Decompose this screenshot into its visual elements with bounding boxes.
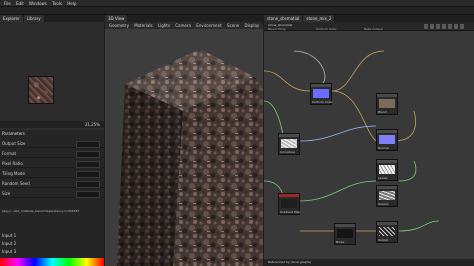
- tab-explorer[interactable]: Explorer: [0, 15, 24, 22]
- property-value-field[interactable]: [76, 151, 100, 158]
- menu-materials[interactable]: Materials: [134, 22, 152, 29]
- graph-node[interactable]: Noise: [334, 223, 356, 245]
- texture-thumbnail: [28, 76, 54, 104]
- property-value-field[interactable]: [76, 141, 100, 148]
- menu-lights[interactable]: Lights: [158, 22, 170, 29]
- property-row: Format: [0, 150, 104, 158]
- property-label: Random Seed: [2, 181, 30, 186]
- menu-geometry[interactable]: Geometry: [109, 22, 129, 29]
- graph-node[interactable]: Normal: [376, 129, 398, 151]
- property-value-field[interactable]: [76, 181, 100, 188]
- property-label: Output Size: [2, 141, 26, 146]
- 3d-view-menu: Geometry Materials Lights Camera Environ…: [105, 22, 263, 35]
- 3d-viewport[interactable]: [105, 29, 263, 266]
- 3d-view-panel: 3D View Geometry Materials Lights Camera…: [105, 15, 263, 266]
- property-row: Output Size: [0, 140, 104, 148]
- toolbar-icons[interactable]: [424, 24, 464, 29]
- menu-windows[interactable]: Windows: [29, 0, 47, 7]
- tab-library[interactable]: Library: [23, 15, 45, 22]
- graph-status-bar: Referenced by (local graphs): [264, 259, 474, 266]
- property-label: Format: [2, 151, 17, 156]
- tab-3d-view[interactable]: 3D View: [105, 15, 129, 22]
- property-row: Tiling Mode: [0, 170, 104, 178]
- menu-bar: File Edit Windows Tools Help: [0, 0, 474, 7]
- status-text: Referenced by (local graphs): [268, 260, 312, 264]
- left-panel-tabs: Explorer Library: [0, 15, 104, 22]
- graph-node[interactable]: Output: [376, 221, 398, 243]
- property-value-field[interactable]: [76, 171, 100, 178]
- left-panel-toolbar: [0, 22, 104, 30]
- zoom-bar: 31.25%: [0, 121, 104, 128]
- section-header: Parameters: [2, 131, 25, 136]
- zoom-level[interactable]: 31.25%: [85, 121, 100, 128]
- graph-toolbar: stone_sbsmatial Blend Tiling Uniform Col…: [264, 22, 474, 31]
- graph-node[interactable]: Output: [376, 185, 398, 207]
- property-label: Pixel Ratio: [2, 161, 23, 166]
- property-label: Size: [2, 191, 11, 196]
- input-label: Input 2: [2, 241, 17, 246]
- texture-preview-area: 31.25%: [0, 30, 104, 130]
- left-panel: Explorer Library 31.25% Parameters Output…: [0, 15, 104, 266]
- graph-node[interactable]: Blend: [376, 93, 398, 115]
- property-label: Tiling Mode: [2, 171, 25, 176]
- property-value-field[interactable]: [76, 161, 100, 168]
- graph-node[interactable]: Gradient Map: [278, 193, 300, 215]
- menu-edit[interactable]: Edit: [16, 0, 24, 7]
- menu-environment[interactable]: Environment: [196, 22, 222, 29]
- dependency-path: pkg://.../sbs_material_blend?dependency=…: [2, 209, 80, 213]
- property-row: Size: [0, 190, 104, 198]
- input-label: Input 3: [2, 249, 17, 254]
- graph-node[interactable]: Levels: [376, 159, 398, 181]
- toolbar-strip: [0, 7, 474, 15]
- menu-file[interactable]: File: [4, 0, 11, 7]
- color-spectrum-bar[interactable]: [0, 258, 104, 266]
- graph-panel: stone_sbsmatial stone_mix_2 stone_sbsmati…: [264, 15, 474, 266]
- stone-cube-render: [117, 49, 263, 266]
- graph-node[interactable]: Curvature: [278, 133, 300, 155]
- 3d-view-tabs: 3D View: [105, 15, 263, 22]
- menu-scene[interactable]: Scene: [227, 22, 239, 29]
- property-row: Random Seed: [0, 180, 104, 188]
- input-label: Input 1: [2, 233, 17, 238]
- property-row: Pixel Ratio: [0, 160, 104, 168]
- graph-node[interactable]: Uniform Color: [310, 83, 333, 105]
- tab-graph-2[interactable]: stone_mix_2: [303, 15, 336, 22]
- tab-graph-1[interactable]: stone_sbsmatial: [264, 15, 304, 22]
- graph-tabs: stone_sbsmatial stone_mix_2: [264, 15, 474, 22]
- node-graph-canvas[interactable]: Uniform Color Blend Normal Curvature Lev…: [264, 31, 474, 259]
- property-value-field[interactable]: [76, 191, 100, 198]
- menu-display[interactable]: Display: [245, 22, 260, 29]
- menu-help[interactable]: Help: [67, 0, 76, 7]
- menu-camera[interactable]: Camera: [175, 22, 191, 29]
- properties-panel: Parameters Output Size Format Pixel Rati…: [0, 130, 104, 266]
- menu-tools[interactable]: Tools: [52, 0, 62, 7]
